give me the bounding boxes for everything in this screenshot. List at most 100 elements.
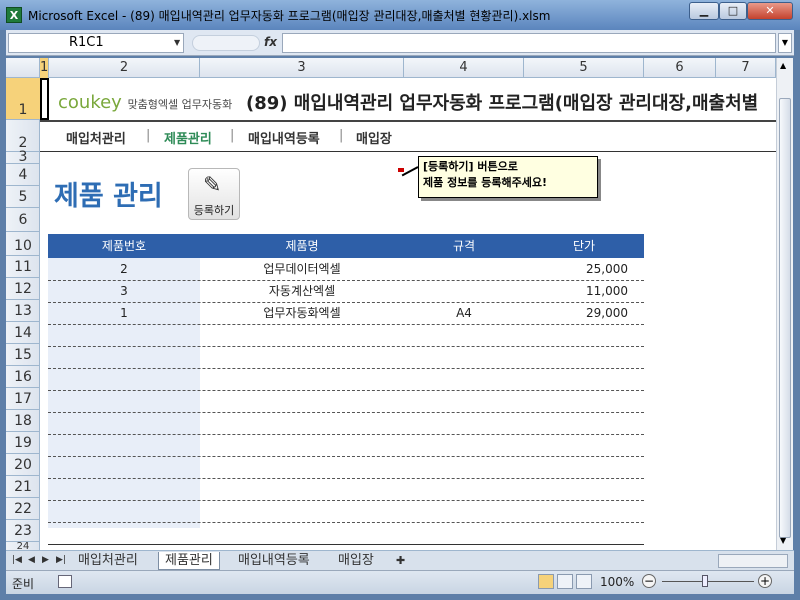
formula-bar: R1C1 ▼ fx ▼ — [6, 30, 794, 56]
comment-arrow — [401, 166, 419, 177]
cell-spec[interactable]: A4 — [404, 302, 524, 324]
zoom-slider-thumb[interactable] — [702, 575, 708, 587]
column-header[interactable]: 4 — [404, 58, 524, 78]
maximize-button[interactable]: □ — [719, 2, 747, 20]
insert-function-icon[interactable]: fx — [264, 35, 277, 49]
last-sheet-icon[interactable]: ▶| — [56, 555, 66, 565]
cell-product-name[interactable]: 업무자동화엑셀 — [200, 302, 404, 324]
row-header[interactable]: 22 — [6, 498, 40, 520]
select-all-corner[interactable] — [6, 58, 40, 78]
macro-record-icon[interactable] — [58, 575, 72, 588]
prev-sheet-icon[interactable]: ◀ — [28, 555, 35, 565]
vertical-scrollbar[interactable]: ▲ ▼ — [776, 58, 793, 550]
scroll-down-icon[interactable]: ▼ — [780, 536, 786, 545]
zoom-out-icon[interactable]: − — [642, 574, 656, 588]
row-header[interactable]: 6 — [6, 208, 40, 232]
nav-link-purchase-entry[interactable]: 매입내역등록 — [248, 128, 320, 147]
row-divider — [48, 500, 644, 501]
minimize-button[interactable]: ▁ — [689, 2, 719, 20]
row-header[interactable]: 14 — [6, 322, 40, 344]
zoom-level[interactable]: 100% — [600, 575, 634, 589]
row-divider — [48, 346, 644, 347]
row-header[interactable]: 19 — [6, 432, 40, 454]
nav-separator: | — [339, 128, 344, 143]
cell-spec[interactable] — [404, 258, 524, 280]
horizontal-scrollbar[interactable] — [718, 554, 788, 568]
insert-sheet-icon[interactable]: ✚ — [390, 552, 411, 570]
zoom-slider-track[interactable] — [662, 581, 754, 582]
first-sheet-icon[interactable]: |◀ — [12, 555, 22, 565]
sheet-tab[interactable]: 매입내역등록 — [232, 552, 316, 570]
column-title-product-name: 제품명 — [285, 239, 319, 253]
logo-text: coukey — [58, 92, 122, 113]
cell-product-name[interactable]: 자동계산엑셀 — [200, 280, 404, 302]
row-header[interactable]: 20 — [6, 454, 40, 476]
column-header[interactable]: 7 — [716, 58, 776, 78]
cell-product-no[interactable]: 3 — [48, 280, 200, 302]
cell-price[interactable]: 29,000 — [524, 302, 628, 324]
nav-link-supplier[interactable]: 매입처관리 — [66, 128, 126, 147]
status-bar: 준비 100% − + — [6, 570, 794, 594]
next-sheet-icon[interactable]: ▶ — [42, 555, 49, 565]
chevron-down-icon[interactable]: ▼ — [174, 38, 180, 47]
column-header[interactable]: 1 — [40, 58, 49, 78]
row-header[interactable]: 17 — [6, 388, 40, 410]
sheet-tab[interactable]: 매입장 — [332, 552, 380, 570]
column-header[interactable]: 5 — [524, 58, 644, 78]
sheet-tab-bar: |◀ ◀ ▶ ▶| 매입처관리 제품관리 매입내역등록 매입장 ✚ — [6, 550, 794, 570]
row-header[interactable]: 2 — [6, 120, 40, 152]
row-divider — [48, 302, 644, 303]
cell-price[interactable]: 11,000 — [524, 280, 628, 302]
worksheet-grid[interactable]: 1 2 3 4 5 6 7 1 2 3 4 5 6 10 11 12 13 14… — [6, 58, 776, 550]
cell-product-no[interactable]: 2 — [48, 258, 200, 280]
scroll-thumb[interactable] — [779, 98, 791, 538]
cell-product-no[interactable]: 1 — [48, 302, 200, 324]
column-title-price: 단가 — [572, 239, 596, 253]
cell-price[interactable]: 25,000 — [524, 258, 628, 280]
row-header[interactable]: 5 — [6, 186, 40, 208]
row-header[interactable]: 13 — [6, 300, 40, 322]
close-button[interactable]: ✕ — [747, 2, 793, 20]
column-header[interactable]: 3 — [200, 58, 404, 78]
sheet-tab[interactable]: 매입처관리 — [72, 552, 144, 570]
column-headers: 1 2 3 4 5 6 7 — [6, 58, 776, 78]
row-header[interactable]: 12 — [6, 278, 40, 300]
expand-formula-icon[interactable]: ▼ — [778, 33, 792, 53]
row-headers: 1 2 3 4 5 6 10 11 12 13 14 15 16 17 18 1… — [6, 78, 40, 550]
zoom-in-icon[interactable]: + — [758, 574, 772, 588]
row-header[interactable]: 11 — [6, 256, 40, 278]
row-header[interactable]: 3 — [6, 150, 40, 164]
row-header[interactable]: 16 — [6, 366, 40, 388]
column-header[interactable]: 2 — [49, 58, 200, 78]
row-header[interactable]: 10 — [6, 232, 40, 256]
column-header[interactable]: 6 — [644, 58, 716, 78]
normal-view-icon[interactable] — [538, 574, 554, 589]
register-button-label: 등록하기 — [193, 204, 235, 217]
row-header[interactable]: 1 — [6, 78, 40, 120]
page-title: 제품 관리 — [54, 181, 163, 212]
row-divider — [48, 368, 644, 369]
name-box[interactable]: R1C1 — [8, 33, 184, 53]
formula-input[interactable] — [282, 33, 776, 53]
nav-link-ledger[interactable]: 매입장 — [356, 128, 392, 147]
page-break-view-icon[interactable] — [576, 574, 592, 589]
active-cell[interactable] — [40, 78, 49, 120]
cell-spec[interactable] — [404, 280, 524, 302]
scroll-up-icon[interactable]: ▲ — [780, 61, 786, 70]
cell-product-name[interactable]: 업무데이터엑셀 — [200, 258, 404, 280]
row-header[interactable]: 18 — [6, 410, 40, 432]
comment-line: 제품 정보를 등록해주세요! — [423, 176, 547, 189]
formula-splitter[interactable] — [192, 35, 260, 51]
nav-link-product[interactable]: 제품관리 — [164, 128, 212, 147]
pencil-icon: ✎ — [203, 173, 222, 198]
row-header[interactable]: 23 — [6, 520, 40, 542]
row-header[interactable]: 21 — [6, 476, 40, 498]
row-header[interactable]: 24 — [6, 542, 40, 550]
row-header[interactable]: 15 — [6, 344, 40, 366]
row-header[interactable]: 4 — [6, 164, 40, 186]
register-button[interactable]: ✎ 등록하기 — [188, 168, 240, 220]
row-divider — [48, 478, 644, 479]
page-layout-view-icon[interactable] — [557, 574, 573, 589]
sheet-tab-active[interactable]: 제품관리 — [158, 552, 220, 570]
column-title-product-no: 제품번호 — [101, 239, 147, 253]
